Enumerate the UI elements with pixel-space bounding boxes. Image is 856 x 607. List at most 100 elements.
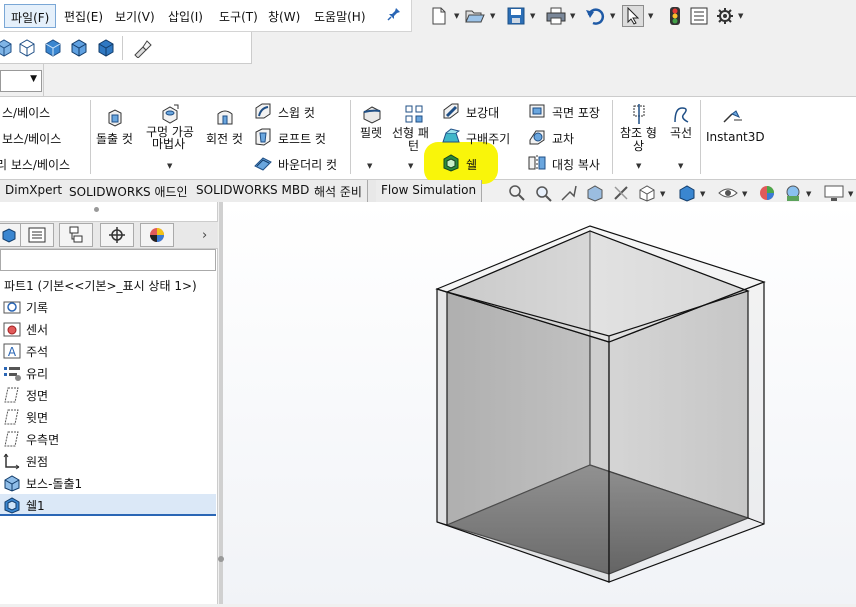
splitter-grip-icon[interactable] bbox=[218, 556, 224, 562]
dimxpert-manager-tab-icon[interactable] bbox=[100, 223, 134, 247]
chevron-down-icon[interactable]: ▼ bbox=[454, 12, 459, 20]
draft-icon[interactable] bbox=[442, 128, 461, 146]
boundary-cut-label[interactable]: 바운더리 컷 bbox=[278, 156, 337, 173]
flashlight-icon[interactable] bbox=[132, 38, 152, 59]
tab-solidworks-mbd[interactable]: SOLIDWORKS MBD bbox=[191, 180, 316, 202]
display-style-icon[interactable] bbox=[678, 184, 696, 202]
swept-cut-label[interactable]: 스윕 컷 bbox=[278, 104, 315, 121]
extruded-cut-label[interactable]: 돌출 컷 bbox=[96, 130, 133, 147]
tree-filter-input[interactable] bbox=[0, 249, 216, 271]
zoom-area-icon[interactable] bbox=[534, 184, 552, 202]
tab-simulation-prep[interactable]: 해석 준비 bbox=[309, 180, 368, 202]
view-cube-icon[interactable] bbox=[0, 38, 14, 58]
shaded-edges-cube-icon[interactable] bbox=[69, 38, 89, 58]
dynamic-annotation-icon[interactable] bbox=[612, 184, 630, 202]
tree-item-top-plane[interactable]: 윗면 bbox=[0, 406, 216, 428]
instant3d-label[interactable]: Instant3D bbox=[706, 130, 765, 144]
tab-solidworks-addins[interactable]: SOLIDWORKS 애드인 bbox=[64, 180, 194, 202]
view-orientation-icon[interactable] bbox=[638, 184, 656, 202]
menu-insert[interactable]: 삽입(I) bbox=[168, 8, 203, 25]
tree-item-front-plane[interactable]: 정면 bbox=[0, 384, 216, 406]
chevron-down-icon[interactable]: ▼ bbox=[700, 190, 705, 198]
tree-item-material[interactable]: 유리 bbox=[0, 362, 216, 384]
panel-splitter[interactable] bbox=[218, 202, 224, 604]
fillet-icon[interactable] bbox=[362, 104, 381, 124]
chevron-down-icon[interactable]: ▼ bbox=[408, 162, 413, 170]
boss-base-partial-2[interactable]: 보스/베이스 bbox=[2, 130, 61, 147]
revolved-cut-label[interactable]: 회전 컷 bbox=[206, 130, 243, 147]
chevron-down-icon[interactable]: ▼ bbox=[848, 190, 853, 198]
traffic-light-icon[interactable] bbox=[664, 5, 686, 27]
select-cursor-icon[interactable] bbox=[622, 5, 644, 27]
boss-base-partial-1[interactable]: 스/베이스 bbox=[2, 104, 50, 121]
tree-item-sensors[interactable]: 센서 bbox=[0, 318, 216, 340]
graphics-area[interactable] bbox=[219, 202, 856, 604]
tree-item-history[interactable]: 기록 bbox=[0, 296, 216, 318]
curves-label[interactable]: 곡선 bbox=[670, 124, 692, 141]
property-manager-tab-icon[interactable] bbox=[20, 223, 54, 247]
new-doc-icon[interactable] bbox=[428, 5, 450, 27]
tree-root[interactable]: 파트1 (기본<<기본>_표시 상태 1>) bbox=[0, 274, 216, 296]
reference-geometry-label-2[interactable]: 상 bbox=[633, 137, 644, 154]
instant3d-icon[interactable] bbox=[722, 108, 742, 126]
chevron-down-icon[interactable]: ▼ bbox=[648, 12, 653, 20]
lofted-cut-label[interactable]: 로프트 컷 bbox=[278, 130, 326, 147]
configuration-manager-tab-icon[interactable] bbox=[59, 223, 93, 247]
save-icon[interactable] bbox=[505, 5, 527, 27]
intersect-label[interactable]: 교차 bbox=[552, 130, 574, 147]
tree-item-boss-extrude[interactable]: 보스-돌출1 bbox=[0, 472, 216, 494]
shelled-cube-model[interactable] bbox=[219, 202, 856, 604]
fillet-label[interactable]: 필렛 bbox=[360, 124, 382, 141]
apply-scene-icon[interactable] bbox=[784, 184, 802, 202]
wrap-label[interactable]: 곡면 포장 bbox=[552, 104, 600, 121]
tree-item-annotations[interactable]: A 주석 bbox=[0, 340, 216, 362]
menu-window[interactable]: 창(W) bbox=[268, 8, 300, 25]
shell-icon[interactable] bbox=[442, 154, 460, 172]
curves-icon[interactable] bbox=[672, 104, 690, 123]
menu-view[interactable]: 보기(V) bbox=[115, 8, 155, 25]
chevron-down-icon[interactable]: ▼ bbox=[367, 162, 372, 170]
configuration-select[interactable]: ▼ bbox=[0, 70, 42, 92]
view-settings-icon[interactable] bbox=[824, 184, 844, 202]
chevron-down-icon[interactable]: ▼ bbox=[610, 12, 615, 20]
rib-icon[interactable] bbox=[442, 102, 460, 120]
wrap-icon[interactable] bbox=[528, 102, 546, 120]
mirror-icon[interactable] bbox=[528, 154, 546, 172]
draft-label[interactable]: 구배주기 bbox=[466, 130, 510, 147]
tree-item-right-plane[interactable]: 우측면 bbox=[0, 428, 216, 450]
hole-wizard-icon[interactable] bbox=[160, 104, 179, 124]
chevron-down-icon[interactable]: ▼ bbox=[678, 162, 683, 170]
previous-view-icon[interactable] bbox=[560, 184, 578, 202]
shaded-cube-icon[interactable] bbox=[43, 38, 63, 58]
display-manager-tab-icon[interactable] bbox=[140, 223, 174, 247]
undo-icon[interactable] bbox=[584, 5, 606, 27]
file-properties-icon[interactable] bbox=[688, 5, 710, 27]
section-view-icon[interactable] bbox=[586, 184, 604, 202]
hide-show-items-icon[interactable] bbox=[718, 184, 738, 202]
hidden-lines-cube-icon[interactable] bbox=[96, 38, 116, 58]
mirror-label[interactable]: 대칭 복사 bbox=[552, 156, 600, 173]
swept-cut-icon[interactable] bbox=[254, 102, 272, 120]
tree-item-origin[interactable]: 원점 bbox=[0, 450, 216, 472]
panel-grip-icon[interactable] bbox=[94, 207, 99, 212]
intersect-icon[interactable] bbox=[528, 128, 546, 146]
chevron-down-icon[interactable]: ▼ bbox=[660, 190, 665, 198]
rib-label[interactable]: 보강대 bbox=[466, 104, 499, 121]
chevron-down-icon[interactable]: ▼ bbox=[570, 12, 575, 20]
wireframe-cube-icon[interactable] bbox=[17, 38, 37, 58]
tab-flow-simulation[interactable]: Flow Simulation bbox=[376, 180, 483, 202]
zoom-to-fit-icon[interactable] bbox=[508, 184, 526, 202]
linear-pattern-icon[interactable] bbox=[404, 104, 423, 123]
menu-edit[interactable]: 편집(E) bbox=[64, 8, 103, 25]
boss-base-partial-3[interactable]: 리 보스/베이스 bbox=[0, 156, 70, 173]
linear-pattern-label-2[interactable]: 턴 bbox=[408, 137, 419, 154]
chevron-down-icon[interactable]: ▼ bbox=[806, 190, 811, 198]
chevron-down-icon[interactable]: ▼ bbox=[636, 162, 641, 170]
chevron-down-icon[interactable]: ▼ bbox=[167, 162, 172, 170]
menu-help[interactable]: 도움말(H) bbox=[314, 8, 366, 25]
pin-icon[interactable] bbox=[387, 7, 401, 25]
revolved-cut-icon[interactable] bbox=[216, 108, 234, 126]
reference-geometry-icon[interactable] bbox=[630, 104, 648, 124]
menu-tools[interactable]: 도구(T) bbox=[219, 8, 258, 25]
chevron-down-icon[interactable]: ▼ bbox=[742, 190, 747, 198]
